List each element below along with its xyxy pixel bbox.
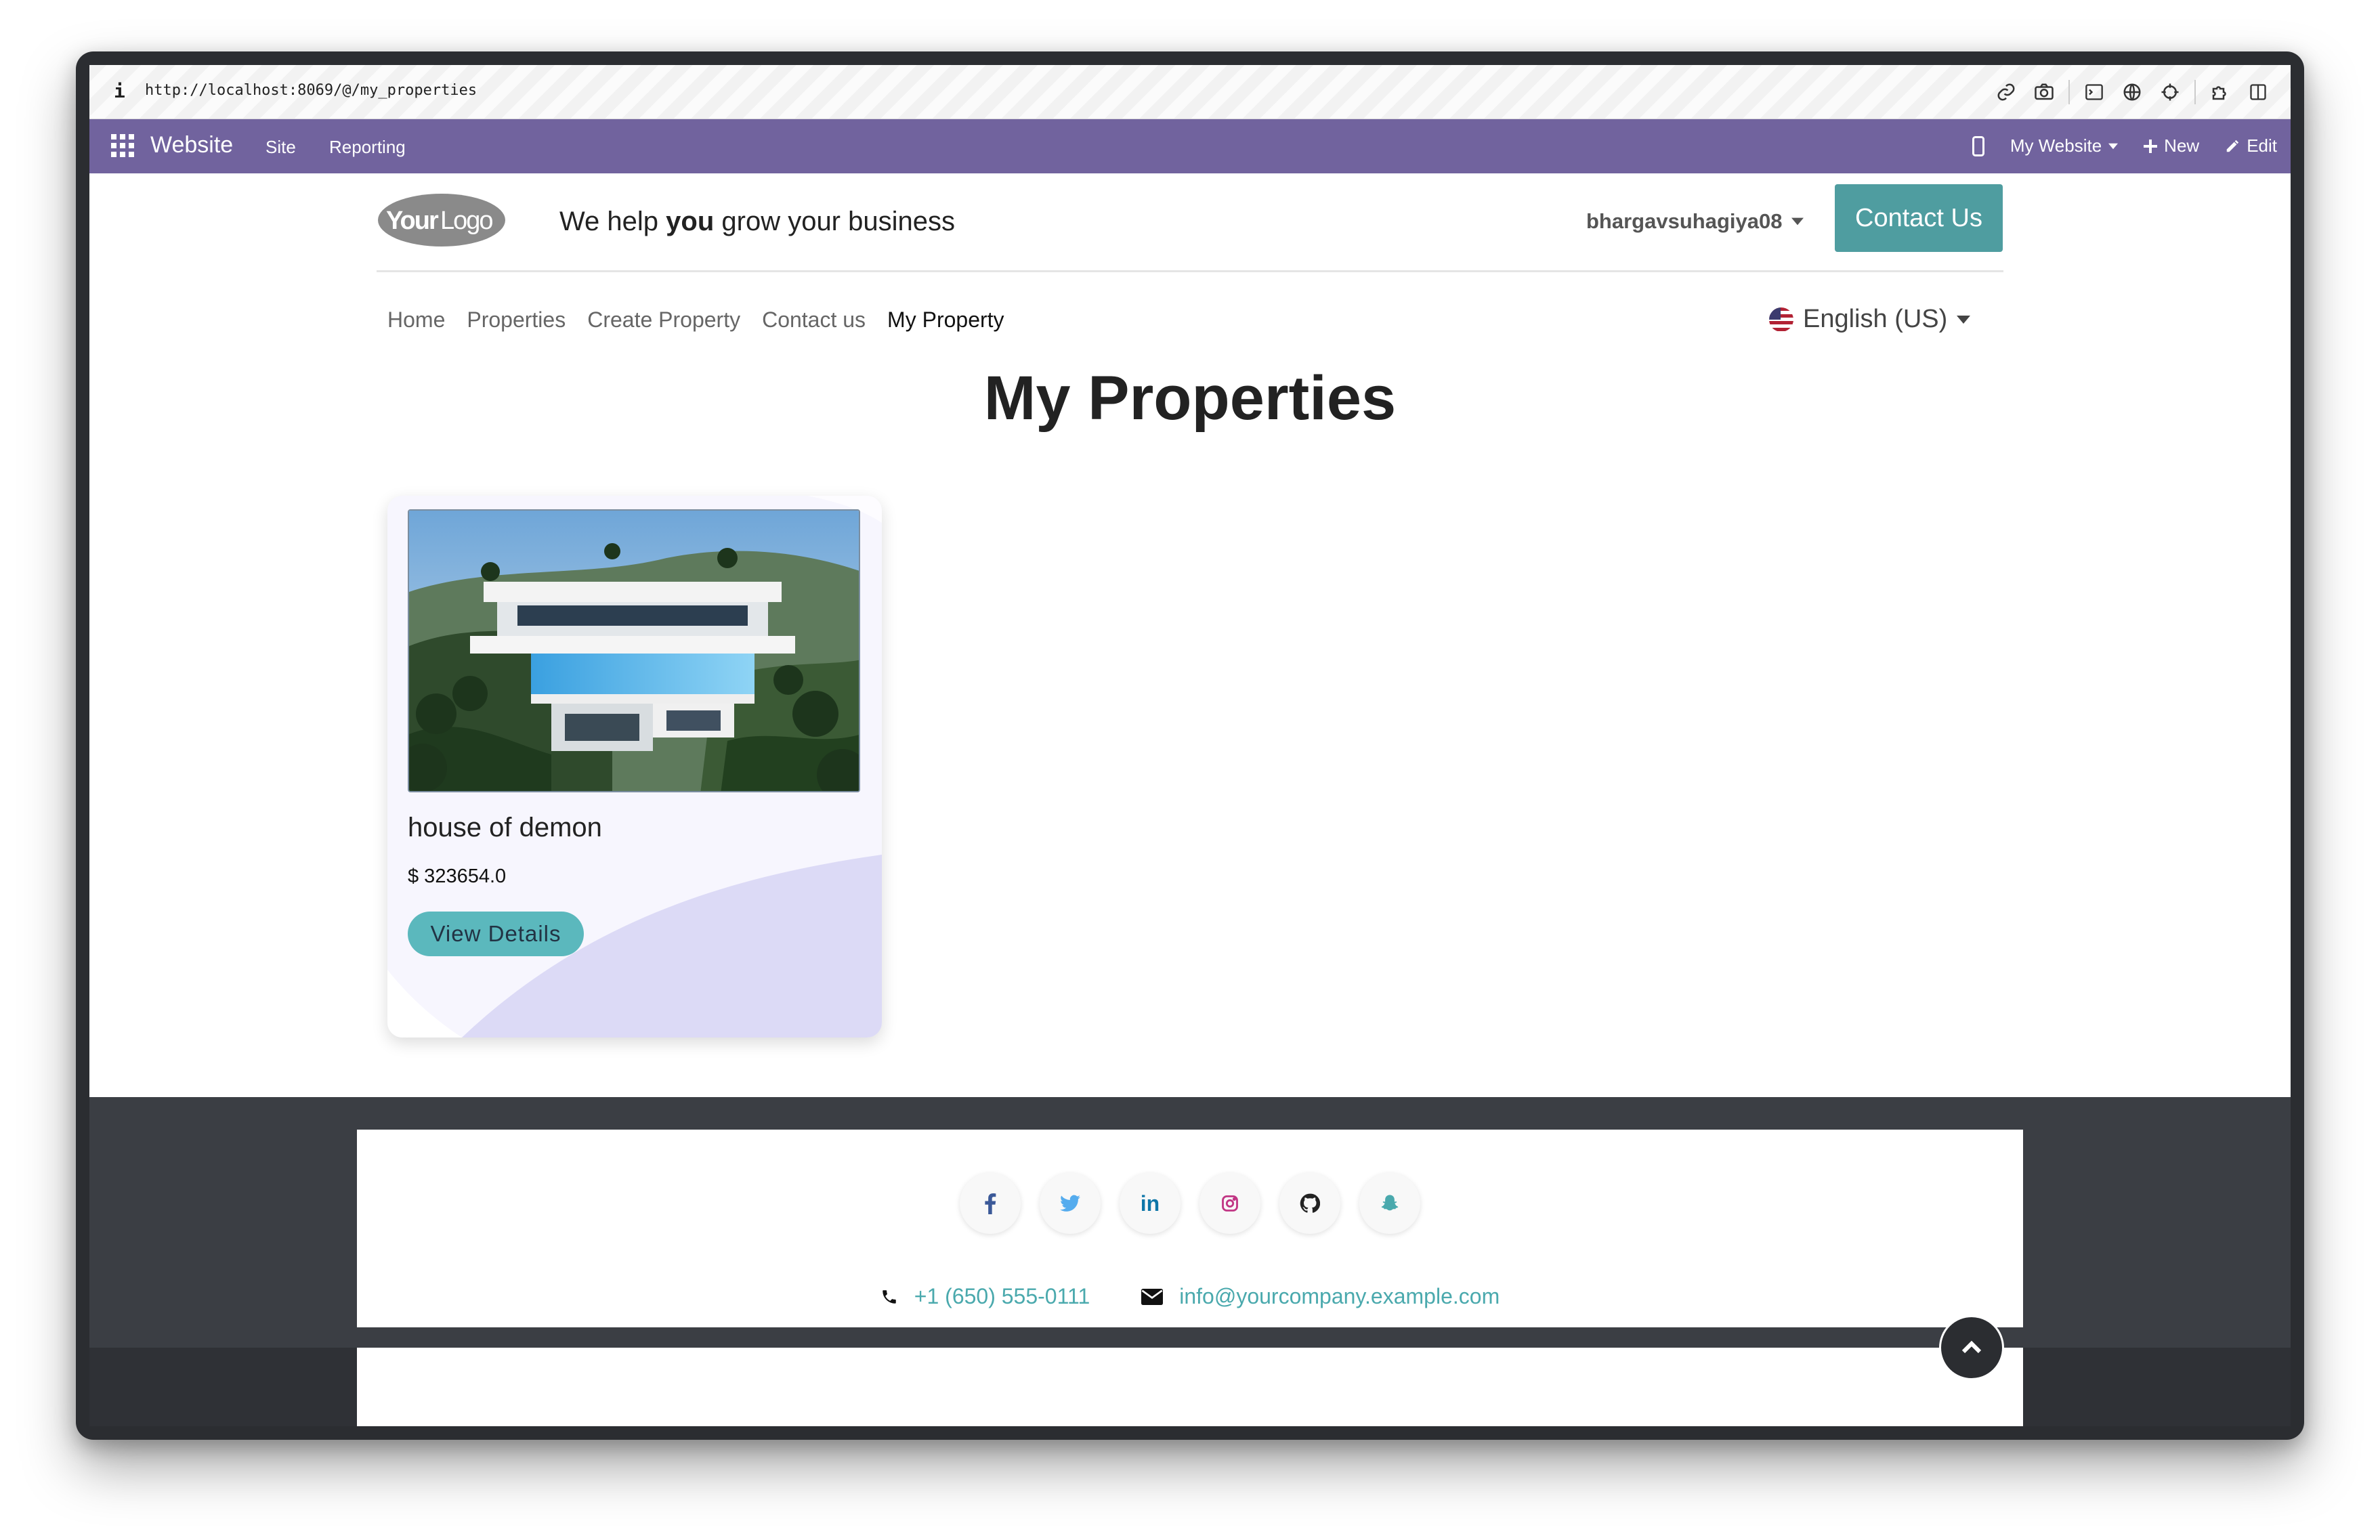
footer-panel: in +1 (650) 555-0111 info@yourcompany.ex…: [357, 1130, 2023, 1327]
social-links: in: [357, 1173, 2023, 1234]
plus-icon: [2144, 139, 2158, 153]
odoo-navbar: Website Site Reporting My Website New Ed…: [89, 119, 2291, 173]
mobile-preview-button[interactable]: [1972, 135, 1984, 156]
pencil-icon: [2226, 140, 2239, 152]
site-tagline: We help you grow your business: [559, 207, 955, 237]
nav-home[interactable]: Home: [387, 307, 445, 333]
property-image[interactable]: [408, 509, 860, 792]
apps-grid-icon[interactable]: [111, 134, 134, 157]
envelope-icon: [1141, 1288, 1164, 1305]
twitter-icon[interactable]: [1040, 1173, 1101, 1234]
property-name: house of demon: [408, 813, 602, 842]
us-flag-icon: [1769, 307, 1793, 332]
user-menu[interactable]: bhargavsuhagiya08: [1586, 209, 1804, 234]
nav-properties[interactable]: Properties: [467, 307, 566, 333]
scroll-to-top-button[interactable]: [1939, 1315, 2004, 1380]
browser-toolbar: [1987, 77, 2277, 107]
toolbar-divider: [2194, 80, 2196, 104]
footer-email[interactable]: info@yourcompany.example.com: [1141, 1284, 1500, 1309]
caret-down-icon: [1791, 217, 1804, 226]
extensions-icon[interactable]: [2201, 77, 2239, 107]
facebook-icon[interactable]: [960, 1173, 1021, 1234]
terminal-icon[interactable]: [2075, 77, 2113, 107]
tagline-post: grow your business: [714, 207, 955, 236]
user-name: bhargavsuhagiya08: [1586, 209, 1783, 233]
globe-icon[interactable]: [2113, 77, 2151, 107]
property-card: house of demon $ 323654.0 View Details: [387, 496, 882, 1038]
crosshair-icon[interactable]: [2151, 77, 2189, 107]
contact-us-button[interactable]: Contact Us: [1835, 184, 2003, 252]
chevron-up-icon: [1961, 1340, 1982, 1354]
camera-icon[interactable]: [2025, 77, 2063, 107]
menu-site[interactable]: Site: [265, 137, 296, 158]
new-button[interactable]: New: [2144, 135, 2199, 156]
nav-create-property[interactable]: Create Property: [587, 307, 740, 333]
header-divider: [377, 270, 2003, 272]
new-label: New: [2164, 135, 2200, 156]
github-icon[interactable]: [1279, 1173, 1340, 1234]
phone-number: +1 (650) 555-0111: [914, 1284, 1090, 1308]
site-navigation: Home Properties Create Property Contact …: [387, 307, 1004, 333]
footer-phone[interactable]: +1 (650) 555-0111: [880, 1284, 1090, 1309]
caret-down-icon: [2108, 143, 2119, 149]
footer-contact-row: +1 (650) 555-0111 info@yourcompany.examp…: [357, 1284, 2023, 1309]
browser-window: i http://localhost:8069/@/my_properties: [89, 65, 2291, 1426]
nav-contact-us[interactable]: Contact us: [762, 307, 866, 333]
linkedin-icon[interactable]: in: [1120, 1173, 1181, 1234]
language-label: English (US): [1803, 305, 1948, 333]
phone-icon: [883, 1289, 896, 1304]
odoo-navbar-right: My Website New Edit: [1972, 135, 2277, 156]
view-details-button[interactable]: View Details: [408, 912, 584, 956]
instagram-icon[interactable]: [1199, 1173, 1260, 1234]
edit-label: Edit: [2247, 135, 2277, 156]
website-selector[interactable]: My Website: [2010, 135, 2119, 156]
tagline-pre: We help: [559, 207, 666, 236]
svg-text:Logo: Logo: [440, 207, 492, 235]
mobile-icon: [1972, 135, 1984, 156]
language-selector[interactable]: English (US): [1769, 305, 1971, 334]
url-text[interactable]: http://localhost:8069/@/my_properties: [145, 82, 477, 99]
property-price: $ 323654.0: [408, 865, 507, 887]
edit-button[interactable]: Edit: [2225, 135, 2277, 156]
website-selector-label: My Website: [2010, 135, 2102, 156]
page-title: My Properties: [983, 364, 1397, 433]
toolbar-divider: [2068, 80, 2070, 104]
email-address: info@yourcompany.example.com: [1179, 1284, 1500, 1308]
caret-down-icon: [1957, 315, 1971, 324]
site-logo[interactable]: Your Logo: [377, 192, 507, 248]
split-view-icon[interactable]: [2239, 77, 2277, 107]
nav-my-property[interactable]: My Property: [887, 307, 1004, 333]
snapchat-icon[interactable]: [1359, 1173, 1420, 1234]
svg-text:Your: Your: [386, 207, 439, 235]
link-icon[interactable]: [1987, 77, 2025, 107]
menu-reporting[interactable]: Reporting: [329, 137, 406, 158]
app-name[interactable]: Website: [150, 132, 233, 158]
tagline-bold: you: [666, 207, 715, 236]
footer-panel-lower: [357, 1348, 2023, 1426]
url-bar[interactable]: i http://localhost:8069/@/my_properties: [89, 65, 2291, 119]
info-icon[interactable]: i: [114, 80, 125, 102]
